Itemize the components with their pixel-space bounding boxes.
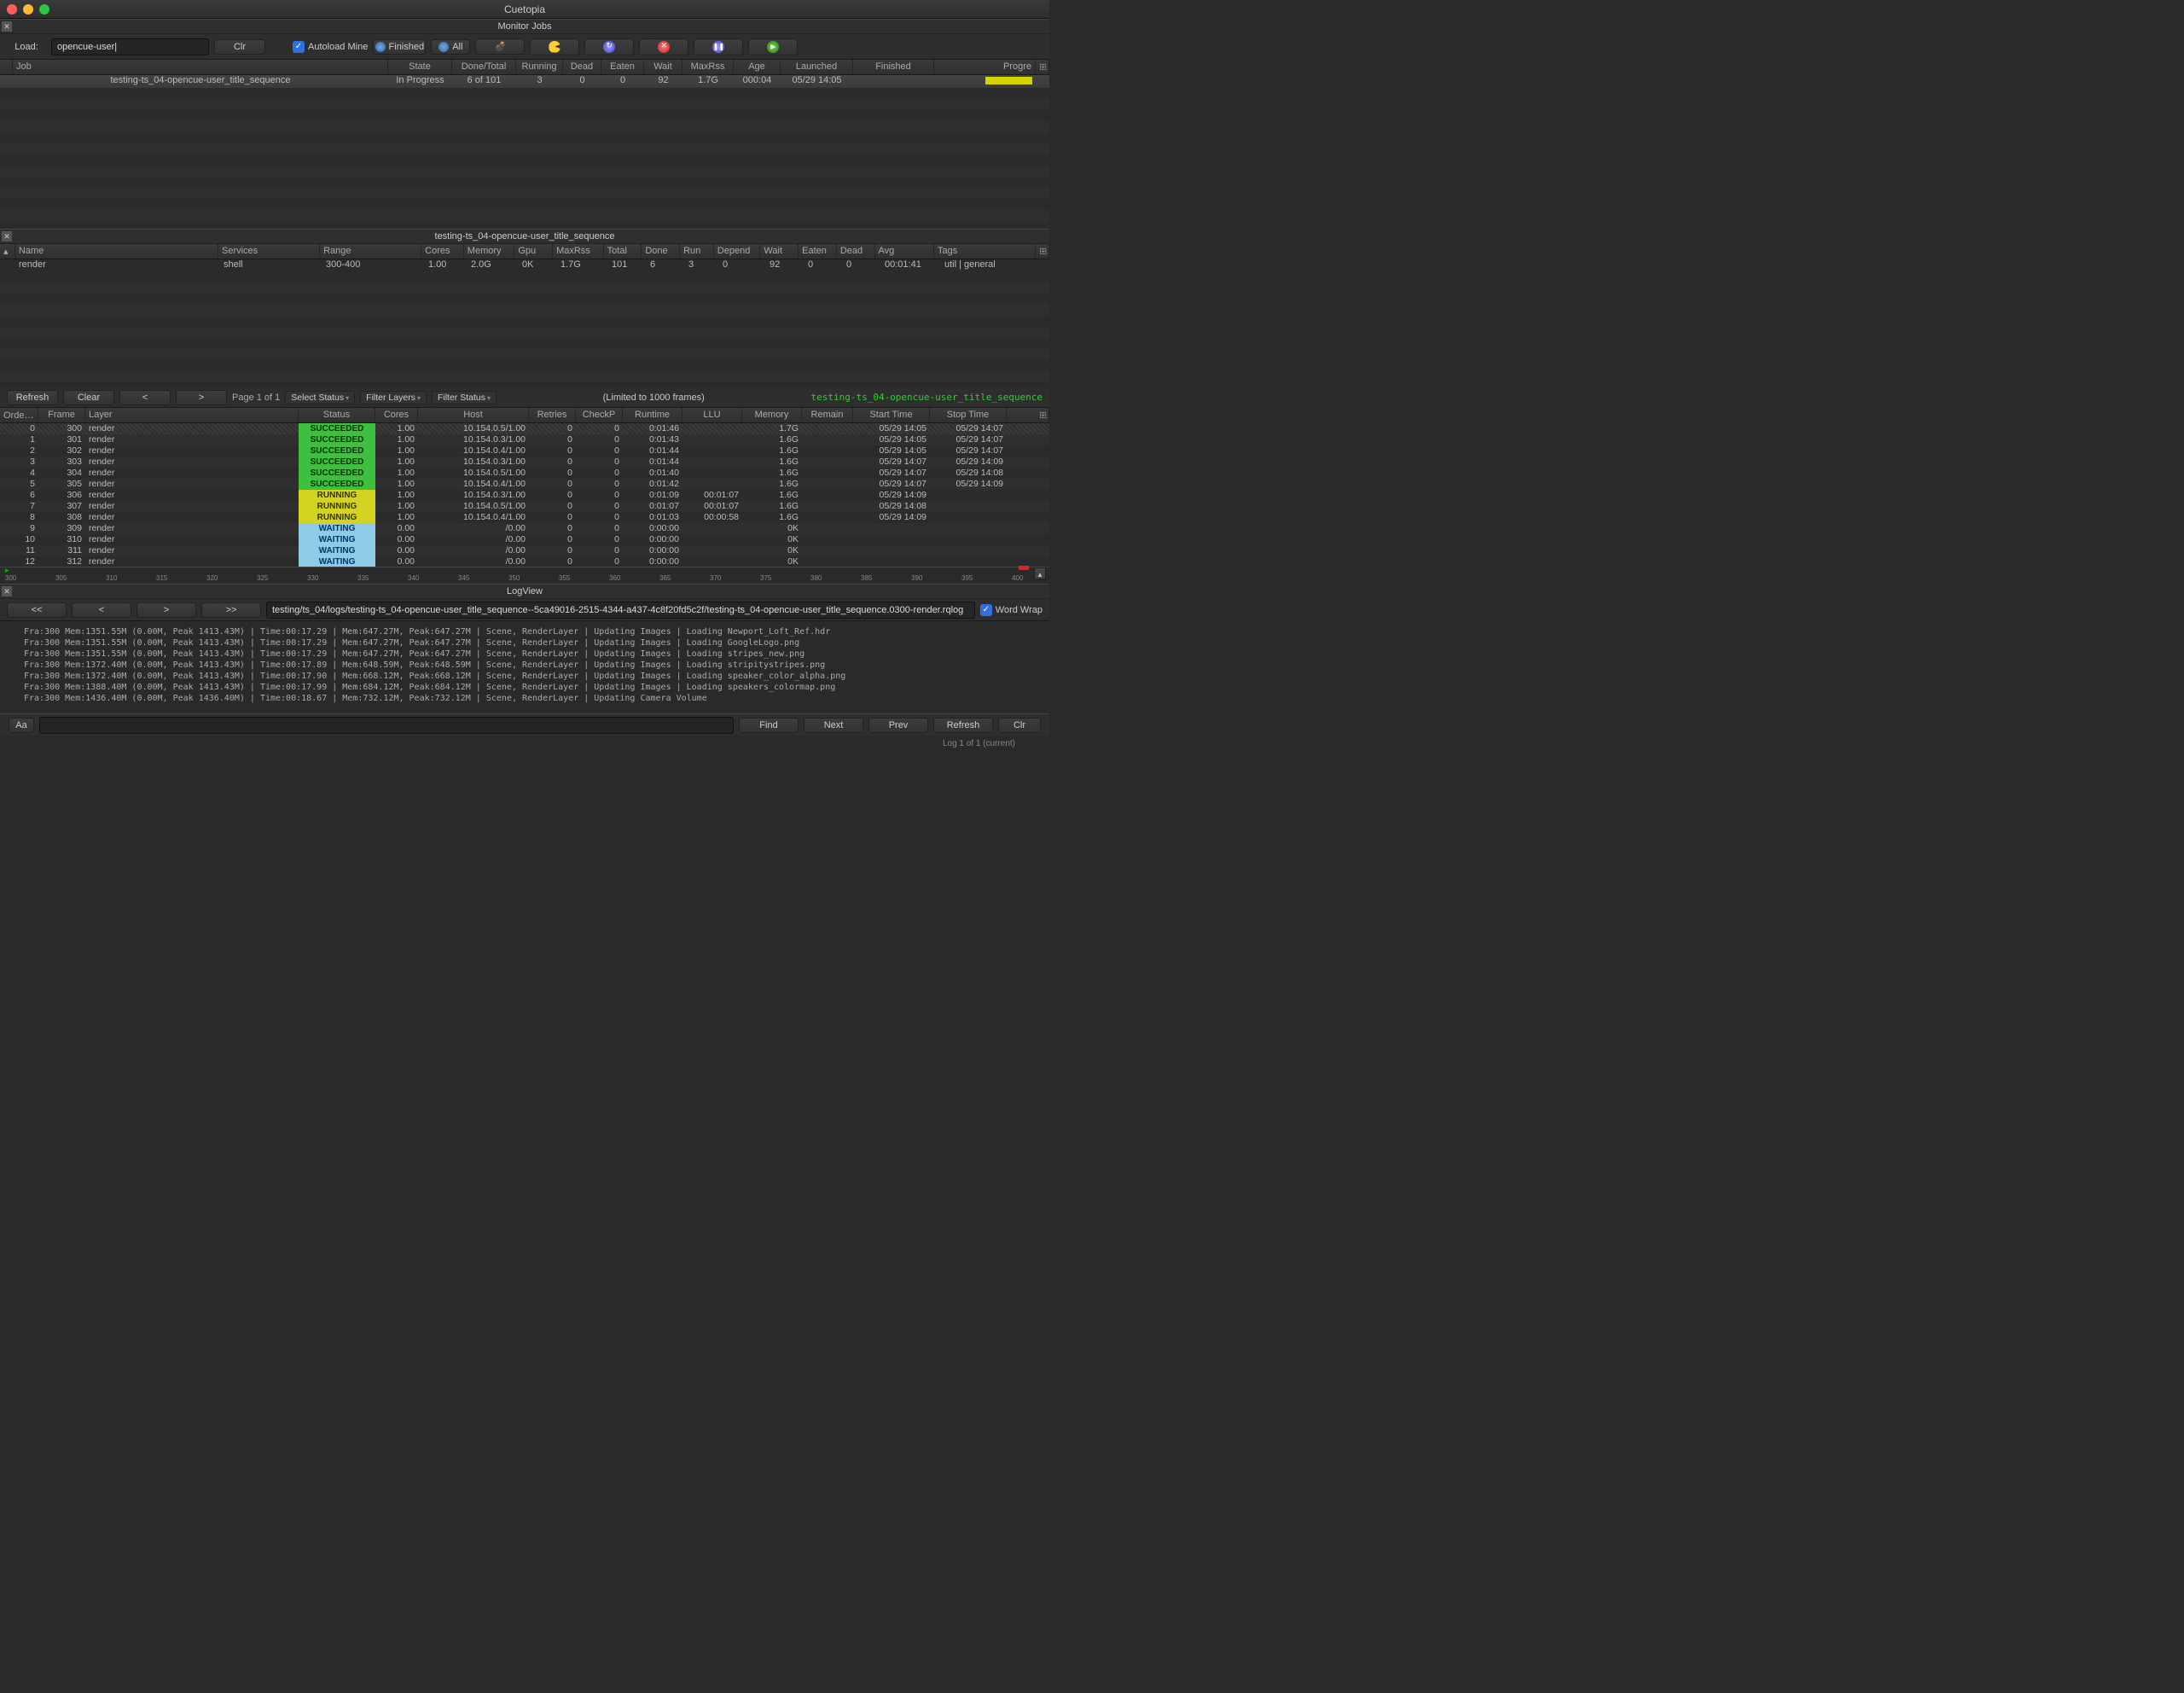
- all-icon: [439, 42, 449, 52]
- finished-icon: [375, 42, 386, 52]
- log-case-toggle[interactable]: Aa: [9, 718, 34, 733]
- load-input[interactable]: [51, 38, 209, 55]
- frames-refresh-button[interactable]: Refresh: [7, 390, 58, 405]
- all-filter-button[interactable]: All: [431, 39, 470, 55]
- frame-row[interactable]: 10310renderWAITING0.00/0.00000:00:000K: [0, 534, 1049, 545]
- pause-icon: ❚❚: [712, 41, 724, 53]
- retry-job-button[interactable]: ↻: [584, 38, 634, 55]
- frame-row[interactable]: 9309renderWAITING0.00/0.00000:00:000K: [0, 523, 1049, 534]
- log-find-next-button[interactable]: Next: [804, 718, 863, 733]
- job-row[interactable]: testing-ts_04-opencue-user_title_sequenc…: [0, 75, 1049, 88]
- log-path-input[interactable]: [266, 602, 975, 619]
- select-status-dropdown[interactable]: Select Status: [285, 391, 355, 404]
- kill-job-button[interactable]: 💣: [475, 38, 525, 55]
- frame-row[interactable]: 12312renderWAITING0.00/0.00000:00:000K: [0, 556, 1049, 567]
- frame-row[interactable]: 11311renderWAITING0.00/0.00000:00:000K: [0, 545, 1049, 556]
- logview-header: ✕ LogView: [0, 584, 1049, 599]
- frames-prev-page-button[interactable]: <: [119, 390, 171, 405]
- jobs-table-header[interactable]: Job State Done/Total Running Dead Eaten …: [0, 60, 1049, 75]
- frame-row[interactable]: 2302renderSUCCEEDED1.0010.154.0.4/1.0000…: [0, 445, 1049, 457]
- frame-row[interactable]: 0300renderSUCCEEDED1.0010.154.0.5/1.0000…: [0, 423, 1049, 434]
- frame-row[interactable]: 7307renderRUNNING1.0010.154.0.5/1.00000:…: [0, 501, 1049, 512]
- log-refresh-button[interactable]: Refresh: [933, 718, 993, 733]
- log-first-button[interactable]: <<: [7, 602, 67, 618]
- layers-table-header[interactable]: ▴NameServicesRangeCoresMemoryGpuMaxRssTo…: [0, 244, 1049, 259]
- frames-clear-button[interactable]: Clear: [63, 390, 114, 405]
- log-next-button[interactable]: >: [136, 602, 196, 618]
- layers-close-icon[interactable]: ✕: [2, 231, 12, 241]
- kill-icon-button[interactable]: ✕: [639, 38, 688, 55]
- close-window-button[interactable]: [7, 4, 17, 15]
- log-clear-button[interactable]: Clr: [998, 718, 1041, 733]
- unpause-job-button[interactable]: ▶: [748, 38, 798, 55]
- wordwrap-toggle[interactable]: ✓Word Wrap: [980, 604, 1043, 616]
- log-find-button[interactable]: Find: [739, 718, 799, 733]
- monitor-jobs-header: ✕ Monitor Jobs: [0, 19, 1049, 34]
- window-titlebar: Cuetopia: [0, 0, 1049, 19]
- frame-row[interactable]: 5305renderSUCCEEDED1.0010.154.0.4/1.0000…: [0, 479, 1049, 490]
- frames-config-icon[interactable]: ⊞: [1036, 408, 1049, 422]
- frames-table-header[interactable]: Order ▴FrameLayerStatusCoresHostRetriesC…: [0, 408, 1049, 423]
- ruler-end-marker: [1019, 566, 1029, 570]
- frames-jobname-label: testing-ts_04-opencue-user_title_sequenc…: [810, 392, 1043, 403]
- frame-row[interactable]: 6306renderRUNNING1.0010.154.0.3/1.00000:…: [0, 490, 1049, 501]
- monitor-jobs-title: Monitor Jobs: [498, 21, 552, 32]
- load-clear-button[interactable]: Clr: [214, 39, 265, 55]
- finished-filter-button[interactable]: Finished: [373, 39, 426, 55]
- monitor-jobs-close-icon[interactable]: ✕: [2, 21, 12, 32]
- frame-row[interactable]: 8308renderRUNNING1.0010.154.0.4/1.00000:…: [0, 512, 1049, 523]
- log-content[interactable]: Fra:300 Mem:1351.55M (0.00M, Peak 1413.4…: [0, 621, 1049, 713]
- filter-layers-dropdown[interactable]: Filter Layers: [360, 391, 427, 404]
- frame-row[interactable]: 3303renderSUCCEEDED1.0010.154.0.3/1.0000…: [0, 457, 1049, 468]
- autoload-mine-toggle[interactable]: ✓Autoload Mine: [293, 41, 368, 53]
- layer-row[interactable]: rendershell300-4001.002.0G0K1.7G10163092…: [0, 259, 1049, 271]
- ruler-expand-button[interactable]: ▴: [1034, 567, 1046, 579]
- frames-limited-label: (Limited to 1000 frames): [603, 393, 705, 403]
- layers-config-icon[interactable]: ⊞: [1036, 244, 1049, 259]
- jobs-table-config-icon[interactable]: ⊞: [1036, 60, 1049, 74]
- job-progress-bar: [985, 77, 1032, 84]
- log-find-prev-button[interactable]: Prev: [868, 718, 928, 733]
- eat-job-button[interactable]: [530, 38, 579, 55]
- layers-header: ✕ testing-ts_04-opencue-user_title_seque…: [0, 229, 1049, 244]
- frame-row[interactable]: 1301renderSUCCEEDED1.0010.154.0.3/1.0000…: [0, 434, 1049, 445]
- play-icon: ▶: [767, 41, 779, 53]
- log-search-input[interactable]: [39, 717, 734, 734]
- frame-row[interactable]: 4304renderSUCCEEDED1.0010.154.0.5/1.0000…: [0, 468, 1049, 479]
- layers-title: testing-ts_04-opencue-user_title_sequenc…: [435, 231, 615, 241]
- logview-title: LogView: [507, 586, 543, 596]
- logview-close-icon[interactable]: ✕: [2, 586, 12, 596]
- frames-next-page-button[interactable]: >: [176, 390, 227, 405]
- pacman-icon: [549, 41, 561, 53]
- frames-page-label: Page 1 of 1: [232, 393, 280, 403]
- log-last-button[interactable]: >>: [201, 602, 261, 618]
- load-label: Load:: [7, 42, 46, 52]
- window-title: Cuetopia: [504, 3, 545, 15]
- frame-timeline-ruler[interactable]: ▸ ▴ 300305310315320325330335340345350355…: [0, 567, 1049, 584]
- retry-icon: ↻: [603, 41, 615, 53]
- minimize-window-button[interactable]: [23, 4, 33, 15]
- pause-job-button[interactable]: ❚❚: [694, 38, 743, 55]
- maximize-window-button[interactable]: [39, 4, 49, 15]
- delete-icon: ✕: [658, 41, 670, 53]
- log-status-label: Log 1 of 1 (current): [0, 736, 1049, 752]
- bomb-icon: 💣: [494, 41, 506, 52]
- filter-status-dropdown[interactable]: Filter Status: [432, 391, 497, 404]
- log-prev-button[interactable]: <: [72, 602, 131, 618]
